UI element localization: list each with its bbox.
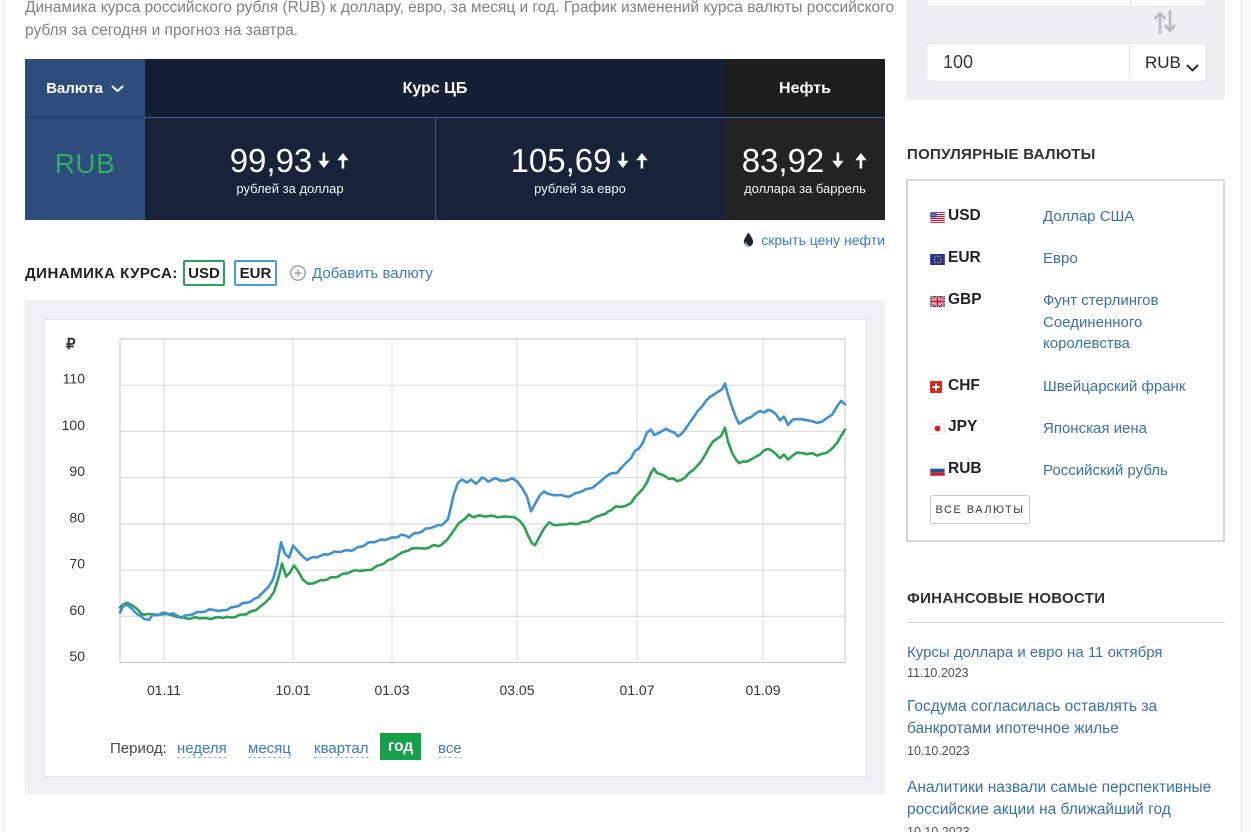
svg-text:03.05: 03.05 — [499, 682, 534, 698]
svg-text:80: 80 — [69, 509, 85, 525]
svg-text:110: 110 — [63, 371, 86, 387]
svg-text:100: 100 — [62, 417, 86, 433]
svg-text:01.09: 01.09 — [745, 682, 780, 698]
svg-text:70: 70 — [69, 556, 85, 572]
svg-text:60: 60 — [69, 602, 85, 618]
svg-text:01.03: 01.03 — [374, 682, 409, 698]
svg-text:01.07: 01.07 — [619, 682, 654, 698]
svg-text:90: 90 — [69, 463, 85, 479]
svg-text:₽: ₽ — [66, 336, 76, 353]
svg-text:50: 50 — [69, 648, 85, 664]
svg-text:10.01: 10.01 — [275, 682, 310, 698]
svg-text:01.11: 01.11 — [147, 682, 181, 698]
